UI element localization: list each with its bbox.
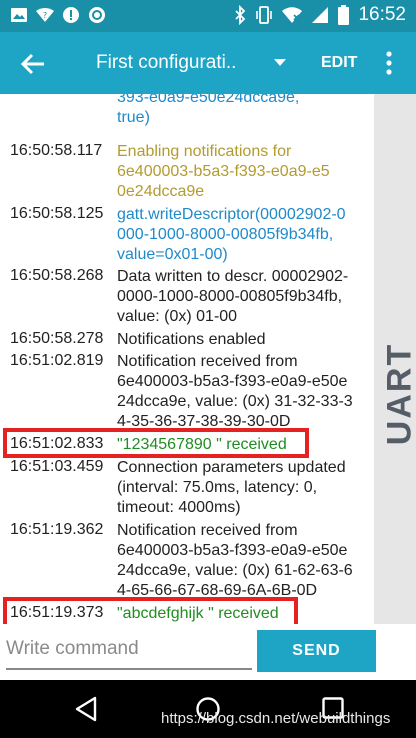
log-timestamp: 16:50:58.278 [10, 330, 104, 347]
log-timestamp: 16:51:02.819 [10, 352, 104, 369]
status-bar: ? 16:52 [0, 0, 416, 32]
log-message: gatt.writeDescriptor(00002902-0 000-1000-… [117, 206, 346, 263]
log-timestamp: 16:50:58.125 [10, 205, 104, 222]
log-message: Notification received from 6e400003-b5a3-… [117, 522, 353, 599]
log-timestamp: 16:50:58.117 [10, 142, 103, 159]
image-icon [11, 8, 27, 22]
uart-tab[interactable]: UART [378, 342, 416, 446]
log-timestamp: 16:51:19.362 [10, 521, 104, 538]
log-message: Notification received from 6e400003-b5a3-… [117, 353, 353, 430]
log-message: Enabling notifications for 6e400003-b5a3-… [117, 143, 330, 200]
wifi-question-icon: ? [36, 8, 54, 22]
configuration-title[interactable]: First configurati.. [96, 52, 236, 74]
wifi-icon [282, 7, 303, 23]
log-message: Connection parameters updated (interval: … [117, 459, 346, 516]
command-input[interactable] [6, 632, 252, 666]
status-time: 16:52 [358, 4, 406, 25]
battery-icon [338, 5, 350, 25]
app-bar: First configurati.. EDIT [0, 32, 416, 94]
back-triangle-icon[interactable] [74, 696, 98, 722]
signal-icon [312, 7, 329, 23]
chevron-down-icon[interactable] [274, 59, 286, 66]
log-timestamp: 16:50:58.268 [10, 267, 104, 284]
more-vert-icon[interactable] [384, 50, 394, 76]
vibrate-icon [256, 6, 273, 24]
send-button[interactable]: SEND [257, 630, 376, 672]
highlight-box [3, 428, 309, 458]
log-message: Data written to descr. 00002902- 0000-100… [117, 268, 349, 325]
command-underline [6, 668, 252, 670]
log-timestamp: 16:51:03.459 [10, 458, 104, 475]
bluetooth-icon [235, 5, 246, 25]
uart-tab-label: UART [380, 342, 416, 446]
log-list[interactable]: 393-e0a9-e50e24dcca9e, true) 16:50:58.117… [0, 94, 374, 624]
edit-button[interactable]: EDIT [321, 54, 357, 72]
back-arrow-icon[interactable] [18, 49, 48, 79]
svg-text:?: ? [43, 11, 47, 20]
command-bar: SEND [0, 624, 416, 680]
watermark: https://blog.csdn.net/webuildthings [161, 710, 391, 727]
log-message: Notifications enabled [117, 331, 266, 348]
alert-icon [63, 7, 79, 23]
log-message: 393-e0a9-e50e24dcca9e, true) [117, 94, 300, 126]
circle-app-icon [89, 7, 105, 23]
navigation-bar: https://blog.csdn.net/webuildthings [0, 680, 416, 738]
